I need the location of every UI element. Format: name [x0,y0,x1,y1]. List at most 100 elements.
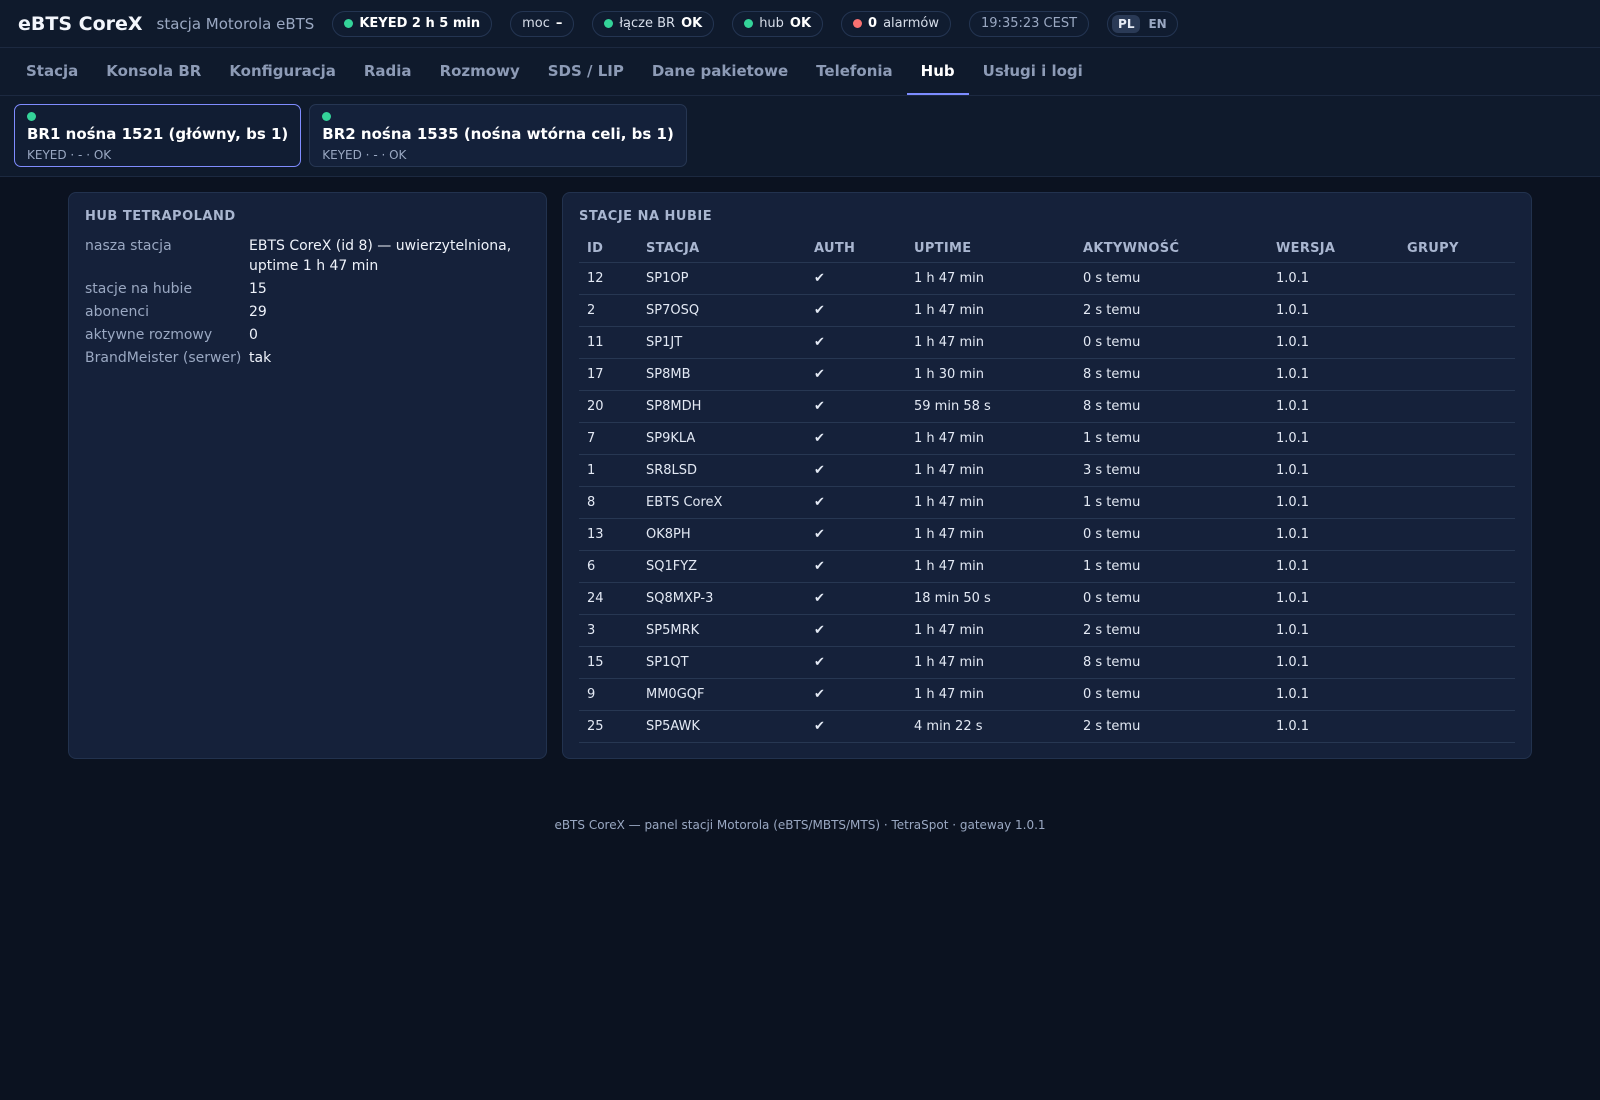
tab-hub[interactable]: Hub [906,48,969,95]
hub-info-key: nasza stacja [85,238,172,254]
clock-text: 19:35:23 CEST [981,16,1078,31]
lang-pl-button[interactable]: PL [1112,14,1141,33]
station-version: 1.0.1 [1268,646,1399,679]
hub-label: hub [759,16,784,31]
table-row: 17 SP8MB ✔ 1 h 30 min 8 s temu 1.0.1 [579,358,1515,391]
station-name: SP8MB [638,358,806,391]
hub-panel-title: HUB TETRAPOLAND [85,209,236,224]
auth-check-icon: ✔ [806,390,906,423]
tab-konsola-br[interactable]: Konsola BR [92,48,215,95]
br-link-value: OK [681,16,703,31]
auth-check-icon: ✔ [806,262,906,295]
station-name: SP7OSQ [638,294,806,327]
auth-check-icon: ✔ [806,454,906,487]
station-id: 1 [579,454,638,487]
station-name: SP1OP [638,262,806,295]
station-version: 1.0.1 [1268,678,1399,711]
station-groups [1399,390,1515,423]
station-version: 1.0.1 [1268,550,1399,583]
station-activity: 0 s temu [1075,326,1268,359]
station-groups [1399,422,1515,455]
tab-stacja[interactable]: Stacja [12,48,92,95]
station-groups [1399,326,1515,359]
station-uptime: 1 h 47 min [906,550,1075,583]
hub-info-key: stacje na hubie [85,281,193,297]
col-auth-header: AUTH [806,236,906,263]
hub-info-value: 29 [249,304,267,320]
col-version-header: WERSJA [1268,236,1399,263]
br2-status-dot-icon [322,112,332,121]
hub-info-row: BrandMeister (serwer) tak [85,348,530,368]
table-row: 25 SP5AWK ✔ 4 min 22 s2 s temu 1.0.1 [579,710,1515,743]
station-id: 15 [579,646,638,679]
station-id: 7 [579,422,638,455]
hub-info-key: BrandMeister (serwer) [85,350,242,366]
stations-panel-title: STACJE NA HUBIE [579,209,713,224]
station-activity: 3 s temu [1075,454,1268,487]
br-card-br1[interactable]: BR1 nośna 1521 (główny, bs 1) KEYED · - … [14,104,302,167]
station-id: 6 [579,550,638,583]
station-version: 1.0.1 [1268,262,1399,295]
keyed-status-text: KEYED 2 h 5 min [359,16,481,31]
tab-rozmowy[interactable]: Rozmowy [426,48,534,95]
keyed-status-pill: KEYED 2 h 5 min [332,10,493,37]
station-name: SP5MRK [638,614,806,647]
station-groups [1399,550,1515,583]
tab-radia[interactable]: Radia [350,48,426,95]
stations-panel: STACJE NA HUBIE ID STACJA AUTH UPTIME AKTYWN… [562,192,1532,759]
br-card-br2[interactable]: BR2 nośna 1535 (nośna wtórna celi, bs 1)… [309,104,687,167]
station-uptime: 1 h 47 min [906,262,1075,295]
top-bar: eBTS CoreX stacja Motorola eBTS KEYED 2 … [0,0,1600,48]
table-row: 24 SQ8MXP-3 ✔ 18 min 50 s0 s temu 1.0.1 [579,582,1515,615]
station-version: 1.0.1 [1268,518,1399,551]
tab-uslugi-i-logi[interactable]: Usługi i logi [969,48,1097,95]
station-groups [1399,614,1515,647]
station-id: 8 [579,486,638,519]
table-row: 7 SP9KLA ✔ 1 h 47 min 1 s temu 1.0.1 [579,422,1515,455]
station-name: SP1QT [638,646,806,679]
station-activity: 8 s temu [1075,646,1268,679]
station-groups [1399,582,1515,615]
station-name: SQ1FYZ [638,550,806,583]
station-name: OK8PH [638,518,806,551]
col-uptime-header: UPTIME [906,236,1075,263]
alarms-count: 0 [868,16,878,31]
station-groups [1399,454,1515,487]
table-row: 11 SP1JT ✔ 1 h 47 min 0 s temu 1.0.1 [579,326,1515,359]
station-uptime: 59 min 58 s [906,390,1075,423]
stations-table-body: 12 SP1OP ✔ 1 h 47 min 0 s temu 1.0.1 2 SP7OSQ ✔ 1… [579,262,1515,743]
station-activity: 0 s temu [1075,518,1268,551]
station-name: SR8LSD [638,454,806,487]
keyed-status-dot-icon [344,19,354,28]
station-uptime: 1 h 47 min [906,646,1075,679]
tab-konfiguracja[interactable]: Konfiguracja [215,48,350,95]
station-version: 1.0.1 [1268,326,1399,359]
stations-table-header: ID STACJA AUTH UPTIME AKTYWNOŚĆ WERSJA GRUPY [579,236,1515,263]
station-subtitle: stacja Motorola eBTS [156,14,315,33]
hub-content: HUB TETRAPOLAND nasza stacja EBTS CoreX … [0,177,1600,759]
station-version: 1.0.1 [1268,454,1399,487]
tab-dane-pakietowe[interactable]: Dane pakietowe [638,48,802,95]
hub-info-row: stacje na hubie 15 [85,279,530,299]
table-row: 12 SP1OP ✔ 1 h 47 min 0 s temu 1.0.1 [579,262,1515,295]
station-groups [1399,358,1515,391]
tab-telefonia[interactable]: Telefonia [802,48,907,95]
auth-check-icon: ✔ [806,326,906,359]
tab-sds-lip[interactable]: SDS / LIP [534,48,638,95]
col-id-header: ID [579,236,638,263]
station-uptime: 1 h 47 min [906,454,1075,487]
main-tabs: Stacja Konsola BR Konfiguracja Radia Roz… [0,48,1600,96]
station-activity: 0 s temu [1075,678,1268,711]
table-row: 3 SP5MRK ✔ 1 h 47 min 2 s temu 1.0.1 [579,614,1515,647]
col-activity-header: AKTYWNOŚĆ [1075,236,1268,263]
clock-pill: 19:35:23 CEST [969,10,1090,37]
alarms-pill[interactable]: 0 alarmów [841,10,952,37]
station-activity: 0 s temu [1075,582,1268,615]
station-name: SP5AWK [638,710,806,743]
auth-check-icon: ✔ [806,550,906,583]
station-uptime: 4 min 22 s [906,710,1075,743]
table-row: 6 SQ1FYZ ✔ 1 h 47 min 1 s temu 1.0.1 [579,550,1515,583]
lang-en-button[interactable]: EN [1142,15,1172,33]
table-row: 1 SR8LSD ✔ 1 h 47 min 3 s temu 1.0.1 [579,454,1515,487]
station-groups [1399,646,1515,679]
